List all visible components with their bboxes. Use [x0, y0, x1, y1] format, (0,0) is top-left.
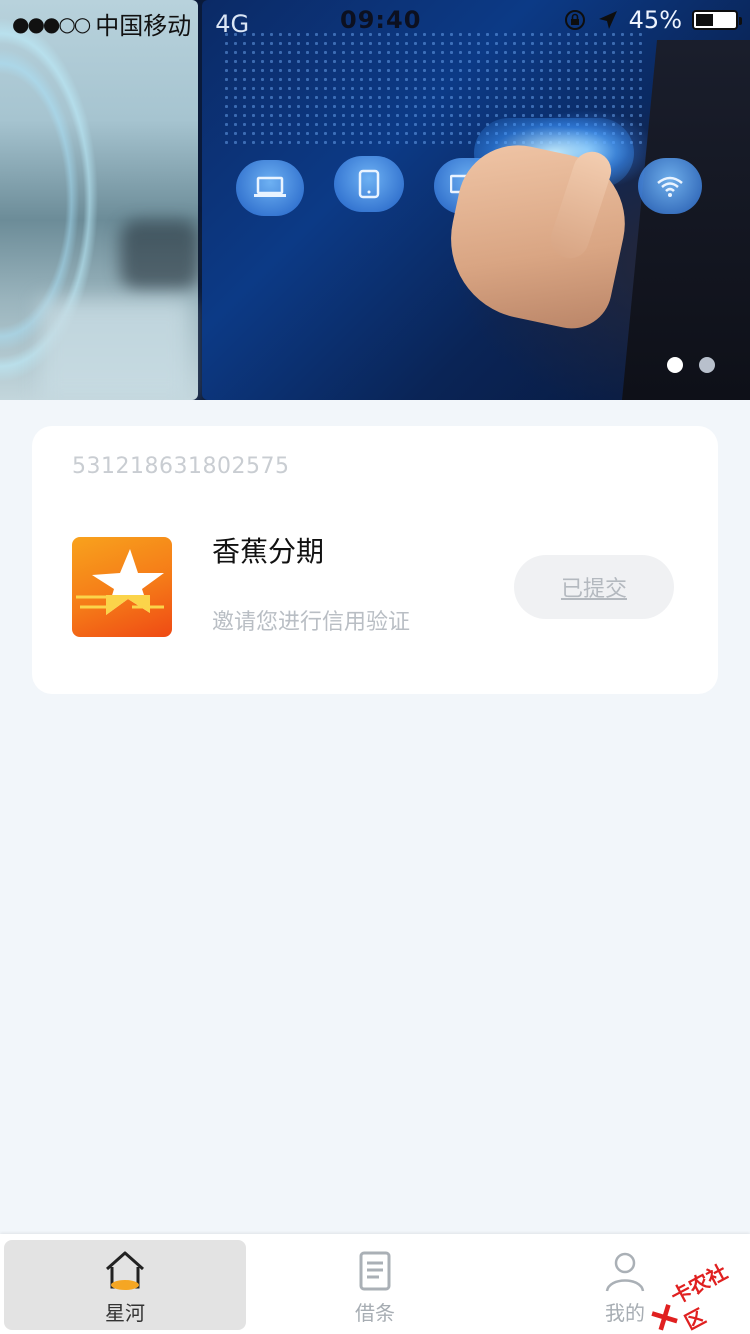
battery-level: [696, 14, 713, 26]
battery-percent: 45%: [628, 6, 682, 34]
app-description: 邀请您进行信用验证: [212, 610, 411, 635]
pager-dot-active[interactable]: [667, 357, 683, 373]
slide-decoration: [40, 300, 190, 400]
banner-slide-previous[interactable]: [0, 0, 200, 400]
user-icon: [605, 1252, 645, 1292]
wifi-icon: [638, 158, 702, 214]
tab-home[interactable]: 星河: [4, 1240, 246, 1330]
document-icon: [359, 1251, 391, 1291]
tab-label: 借条: [355, 1301, 395, 1325]
banner-slide-current[interactable]: [202, 0, 750, 400]
status-bar: ●●●○○ 中国移动 4G 09:40 45%: [0, 0, 750, 40]
tablet-icon: [334, 156, 404, 212]
home-icon: [106, 1251, 144, 1290]
status-left: ●●●○○ 中国移动 4G: [12, 6, 249, 41]
battery-icon: [692, 10, 742, 30]
application-card[interactable]: 531218631802575 香蕉分期 邀请您进行信用验证 已提交: [32, 426, 718, 694]
carrier-name: 中国移动: [95, 12, 192, 40]
app-name: 香蕉分期: [212, 535, 325, 568]
rotation-lock-icon: [564, 10, 585, 30]
slide-decoration: [120, 220, 200, 290]
pager-dot[interactable]: [699, 357, 715, 373]
status-right: 45%: [563, 6, 742, 34]
banner-carousel[interactable]: [0, 0, 750, 400]
clock: 09:40: [340, 6, 422, 34]
laptop-icon: [236, 160, 304, 216]
bottom-tab-bar: 星河 借条 我的: [0, 1234, 750, 1334]
network-type: 4G: [215, 9, 250, 38]
signal-strength-icon: ●●●○○: [12, 11, 91, 36]
star-app-icon: [72, 537, 172, 637]
tab-label: 我的: [605, 1301, 645, 1325]
order-id: 531218631802575: [72, 454, 290, 479]
app-screen: ●●●○○ 中国移动 4G 09:40 45% 531218631802575 …: [0, 0, 750, 1334]
tab-label: 星河: [105, 1301, 145, 1325]
location-arrow-icon: [598, 11, 617, 29]
tab-iou[interactable]: 借条: [254, 1240, 496, 1330]
submitted-status-button[interactable]: 已提交: [514, 555, 674, 619]
